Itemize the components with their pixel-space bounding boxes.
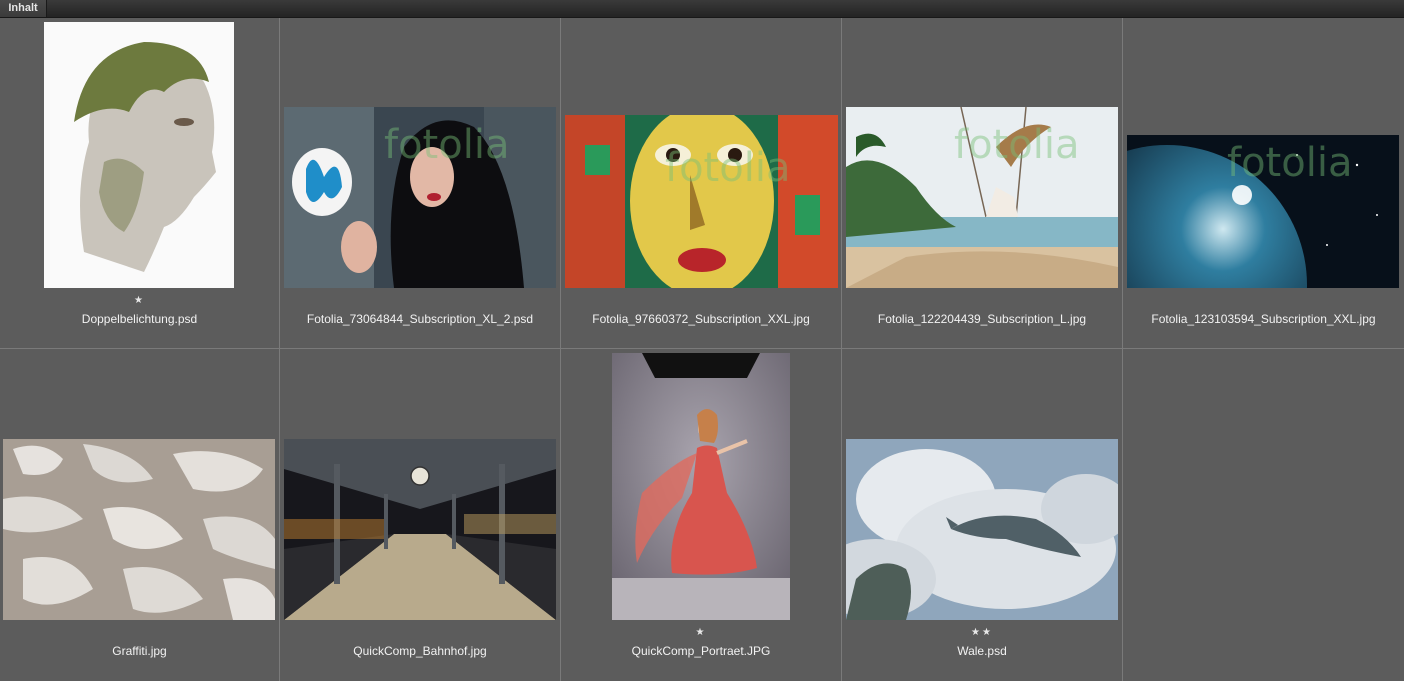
file-name: Wale.psd [957,644,1007,658]
file-name: QuickComp_Bahnhof.jpg [353,644,487,658]
planet-space-icon [1127,135,1399,288]
file-name: Fotolia_97660372_Subscription_XXL.jpg [592,312,810,326]
grid-item[interactable]: fotolia Fotolia_123103594_Subscription_X… [1123,18,1404,349]
grid-item[interactable]: ★★ Wale.psd [842,349,1123,681]
grid-item[interactable]: ★ Doppelbelichtung.psd [0,18,280,349]
file-name: Doppelbelichtung.psd [81,312,198,326]
peeling-paint-icon [3,439,275,620]
thumbnail-image[interactable]: fotolia [846,107,1118,288]
thumbnail-image[interactable] [3,439,275,620]
file-name: Fotolia_123103594_Subscription_XXL.jpg [1151,312,1376,326]
woman-red-dress-icon [612,353,790,620]
grid-item[interactable]: fotolia Fotolia_122204439_Subscription_L… [842,18,1123,349]
rating-stars: ★★ [971,627,993,638]
grid-item[interactable]: ★ QuickComp_Portraet.JPG [561,349,842,681]
thumbnail-image[interactable] [612,353,790,620]
file-name: QuickComp_Portraet.JPG [631,644,771,658]
woman-butterfly-icon [284,107,556,288]
grid-item-empty [1123,349,1404,681]
rating-stars: ★ [134,295,145,306]
thumbnail-image[interactable] [284,439,556,620]
thumbnail-image[interactable] [846,439,1118,620]
file-name: Fotolia_122204439_Subscription_L.jpg [877,312,1087,326]
grid-item[interactable]: fotolia Fotolia_73064844_Subscription_XL… [280,18,561,349]
thumbnail-image[interactable] [44,22,234,288]
grid-item[interactable]: fotolia Fotolia_97660372_Subscription_XX… [561,18,842,349]
beach-swing-icon [846,107,1118,288]
file-name: Graffiti.jpg [112,644,167,658]
graffiti-face-icon [565,115,838,288]
content-grid: ★ Doppelbelichtung.psd fotolia Fotolia_7… [0,18,1404,681]
double-exposure-portrait-icon [44,22,234,288]
rating-stars: ★ [695,627,707,638]
grid-item[interactable]: Graffiti.jpg [0,349,280,681]
whales-clouds-icon [846,439,1118,620]
file-name: Fotolia_73064844_Subscription_XL_2.psd [306,312,534,326]
train-station-icon [284,439,556,620]
thumbnail-image[interactable]: fotolia [1127,135,1399,288]
thumbnail-image[interactable]: fotolia [565,115,838,288]
tab-content[interactable]: Inhalt [0,0,47,17]
panel-header: Inhalt [0,0,1404,18]
grid-item[interactable]: QuickComp_Bahnhof.jpg [280,349,561,681]
thumbnail-image[interactable]: fotolia [284,107,556,288]
